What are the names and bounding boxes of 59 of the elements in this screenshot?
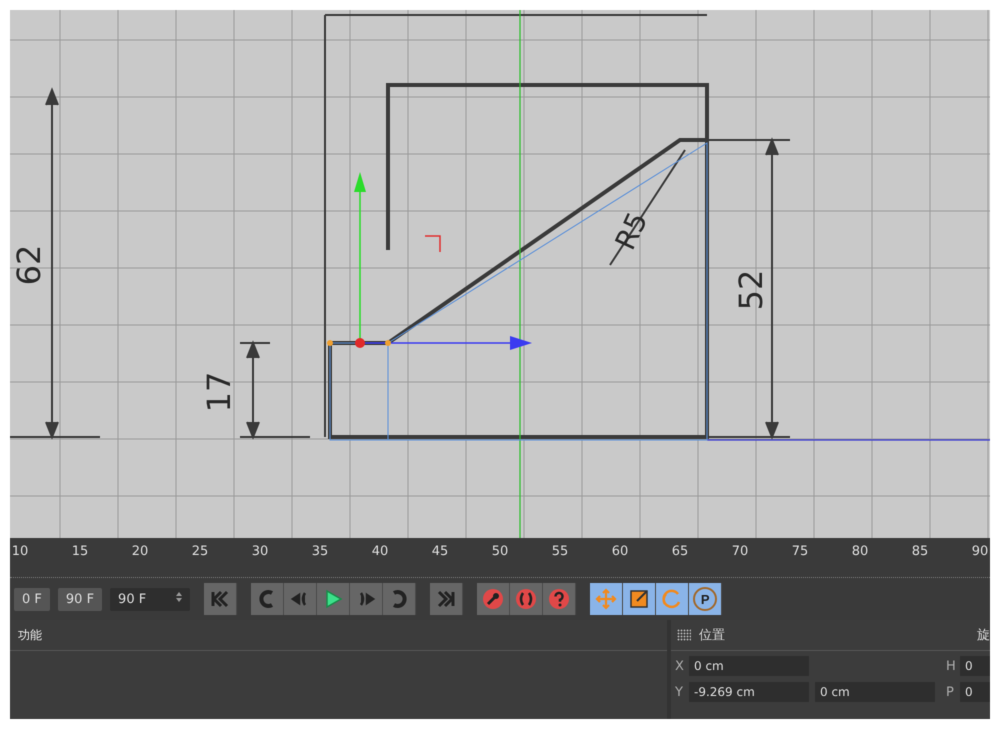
frame-number: 20: [130, 544, 150, 559]
frame-number: 60: [610, 544, 630, 559]
frame-number: 55: [550, 544, 570, 559]
skip-end-icon: [435, 588, 458, 610]
rotation-title: 旋: [977, 627, 990, 644]
axis-label: Y: [675, 684, 684, 700]
move-tool-button[interactable]: [590, 583, 624, 615]
rotation-field[interactable]: 0: [960, 682, 990, 702]
prevkey-button[interactable]: [251, 583, 284, 615]
rotate-tool-button[interactable]: [656, 583, 690, 615]
autokey-button[interactable]: [510, 583, 544, 615]
prevframe-button[interactable]: [284, 583, 318, 615]
record-button[interactable]: [477, 583, 510, 615]
dimension-label: R5: [608, 207, 654, 255]
start-frame-field[interactable]: 0 F: [14, 588, 50, 610]
frame-number: 50: [490, 544, 510, 559]
play-button[interactable]: [317, 583, 350, 615]
keyhelp-button[interactable]: [543, 583, 576, 615]
frame-number: 40: [370, 544, 390, 559]
key-record-icon: [482, 588, 504, 610]
frame-number: 85: [910, 544, 930, 559]
nextkey-button[interactable]: [383, 583, 416, 615]
frame-number: 30: [250, 544, 270, 559]
frame-number: 75: [790, 544, 810, 559]
frame-number: 45: [430, 544, 450, 559]
dimension-label: 17: [200, 372, 238, 412]
first-button[interactable]: [204, 583, 238, 615]
frame-number: 90: [970, 544, 990, 559]
brackets-circle-icon: [515, 588, 538, 610]
frame-number: 25: [190, 544, 210, 559]
position-title: 位置: [699, 627, 725, 644]
param-tool-button[interactable]: P: [689, 583, 722, 615]
scale-tool-button[interactable]: [623, 583, 656, 615]
axis-label: H: [946, 658, 956, 674]
panel-tab[interactable]: 功能: [12, 624, 48, 646]
axis-label: P: [946, 684, 955, 700]
position-field[interactable]: 0 cm: [689, 656, 809, 676]
size-field[interactable]: 0 cm: [815, 682, 935, 702]
frame-number: 10: [10, 544, 30, 559]
question-circle-icon: [548, 588, 570, 610]
frame-number: 70: [730, 544, 750, 559]
position-field[interactable]: -9.269 cm: [689, 682, 809, 702]
move-arrows-icon: [595, 588, 618, 610]
frame-number: 35: [310, 544, 330, 559]
nextframe-button[interactable]: [350, 583, 384, 615]
last-button[interactable]: [430, 583, 464, 615]
axis-label: X: [675, 658, 685, 674]
scale-square-icon: [628, 588, 650, 610]
frame-number: 65: [670, 544, 690, 559]
dimension-label: 62: [10, 244, 48, 286]
grip-icon[interactable]: [677, 629, 691, 641]
timeline-ruler[interactable]: 10 15 20 25 30 35 40 45 50 55 60 65 70 75 80 85 90: [10, 538, 990, 578]
frame-number: 80: [850, 544, 870, 559]
frame-number: 15: [70, 544, 90, 559]
max-frame-field[interactable]: 90 F: [110, 588, 190, 610]
spinner-icon[interactable]: [176, 592, 182, 602]
end-frame-field[interactable]: 90 F: [58, 588, 102, 610]
dimension-label: 52: [732, 270, 770, 310]
rotation-field[interactable]: 0: [960, 656, 990, 676]
